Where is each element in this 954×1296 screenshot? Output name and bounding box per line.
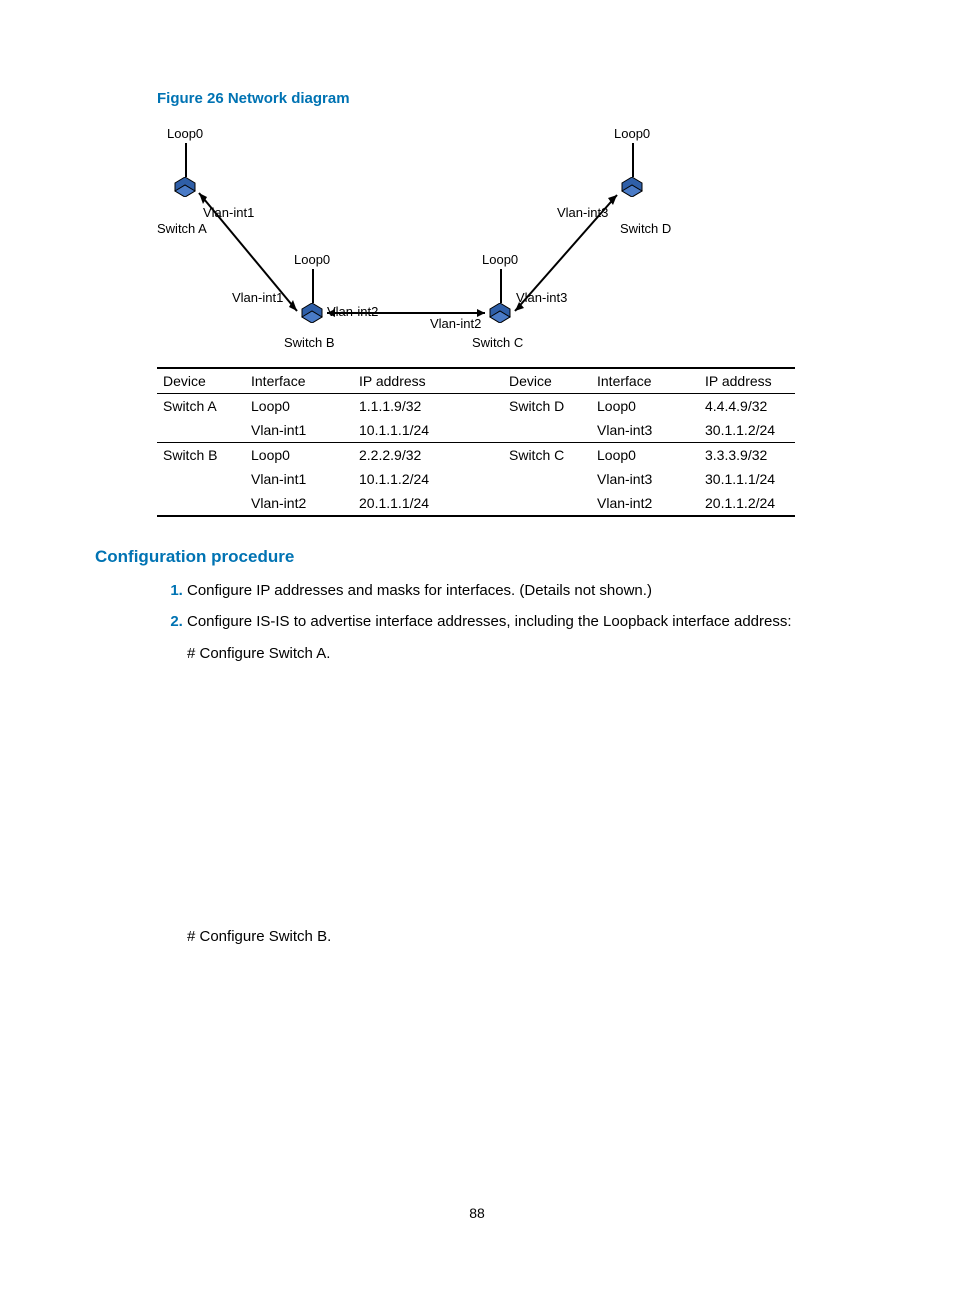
th-device: Device — [503, 368, 591, 394]
vlan-label: Vlan-int2 — [430, 316, 481, 331]
th-ip: IP address — [353, 368, 503, 394]
table-row: Vlan-int2 20.1.1.1/24 Vlan-int2 20.1.1.2… — [157, 491, 795, 516]
switch-icon — [618, 177, 646, 197]
vlan-label: Vlan-int2 — [327, 304, 378, 319]
switch-d-label: Switch D — [620, 221, 671, 236]
table-row: Vlan-int1 10.1.1.2/24 Vlan-int3 30.1.1.1… — [157, 467, 795, 491]
table-row: Switch B Loop0 2.2.2.9/32 Switch C Loop0… — [157, 443, 795, 468]
link — [185, 143, 187, 177]
page-number: 88 — [0, 1205, 954, 1221]
table-row: Switch A Loop0 1.1.1.9/32 Switch D Loop0… — [157, 394, 795, 419]
step-sub-b: # Configure Switch B. — [187, 925, 859, 948]
switch-icon — [171, 177, 199, 197]
table-header-row: Device Interface IP address Device Inter… — [157, 368, 795, 394]
page-content: Figure 26 Network diagram Loop0 Vlan-int… — [0, 0, 954, 948]
switch-b-label: Switch B — [284, 335, 335, 350]
switch-icon — [486, 303, 514, 323]
vlan-label: Vlan-int1 — [203, 205, 254, 220]
section-heading: Configuration procedure — [95, 547, 859, 567]
switch-a-label: Switch A — [157, 221, 207, 236]
vlan-label: Vlan-int1 — [232, 290, 283, 305]
th-device: Device — [157, 368, 245, 394]
link — [632, 143, 634, 177]
switch-c-label: Switch C — [472, 335, 523, 350]
loop0-label-c: Loop0 — [482, 252, 518, 267]
th-ip: IP address — [699, 368, 795, 394]
figure-title: Figure 26 Network diagram — [157, 90, 859, 107]
table-row: Vlan-int1 10.1.1.1/24 Vlan-int3 30.1.1.2… — [157, 418, 795, 443]
th-interface: Interface — [245, 368, 353, 394]
address-table: Device Interface IP address Device Inter… — [157, 367, 795, 517]
switch-icon — [298, 303, 326, 323]
vlan-label: Vlan-int3 — [516, 290, 567, 305]
link — [312, 269, 314, 303]
step-text: Configure IP addresses and masks for int… — [187, 582, 652, 599]
vlan-label: Vlan-int3 — [557, 205, 608, 220]
th-interface: Interface — [591, 368, 699, 394]
procedure-list: Configure IP addresses and masks for int… — [157, 579, 859, 948]
step-text: Configure IS-IS to advertise interface a… — [187, 613, 792, 630]
step-1: Configure IP addresses and masks for int… — [187, 579, 859, 602]
loop0-label-a: Loop0 — [167, 126, 203, 141]
link — [500, 269, 502, 303]
step-sub-a: # Configure Switch A. — [187, 642, 859, 665]
network-diagram: Loop0 Vlan-int1 Switch A Loop0 Vlan-int3… — [157, 121, 859, 361]
step-2: Configure IS-IS to advertise interface a… — [187, 610, 859, 948]
loop0-label-b: Loop0 — [294, 252, 330, 267]
loop0-label-d: Loop0 — [614, 126, 650, 141]
